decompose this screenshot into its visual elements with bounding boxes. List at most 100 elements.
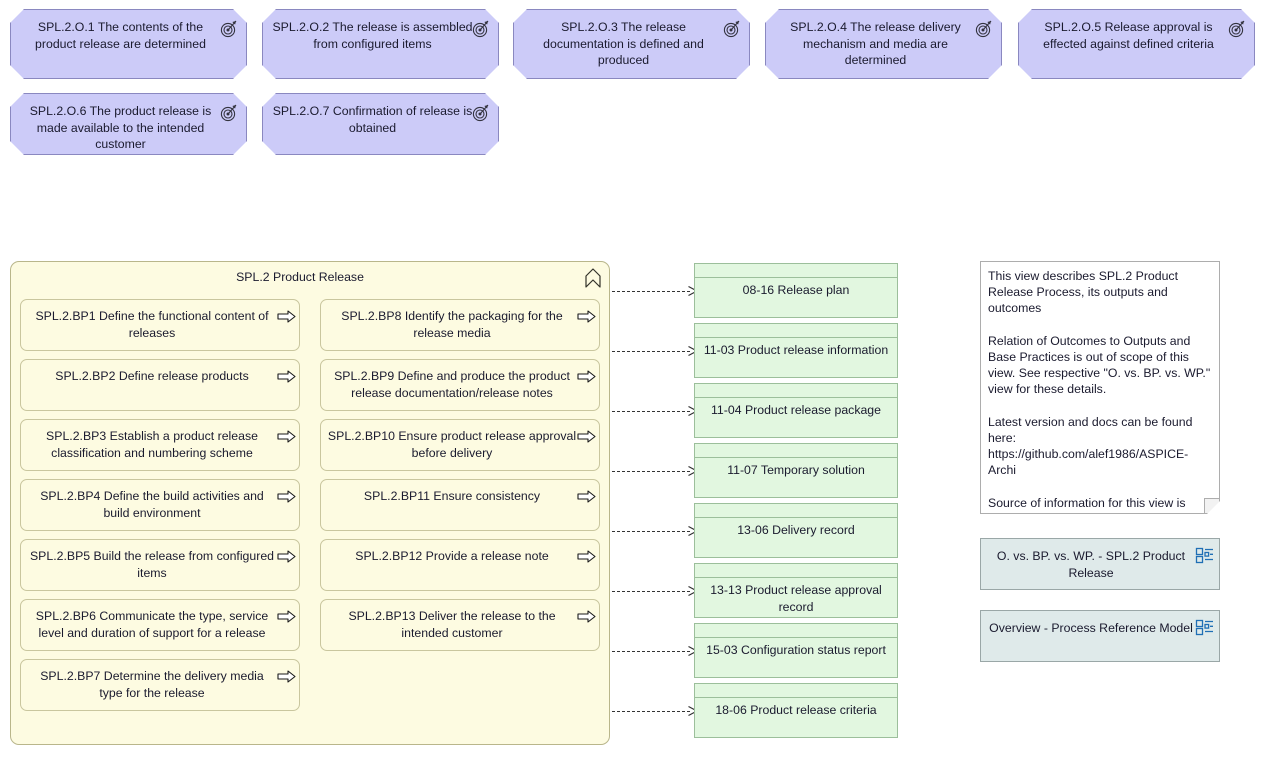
outcome-box[interactable]: SPL.2.O.7 Confirmation of release is obt… <box>262 93 499 155</box>
process-arrow-icon <box>577 610 596 623</box>
process-chevron-icon <box>583 267 603 289</box>
view-list-icon <box>1195 619 1213 636</box>
base-practice-box[interactable]: SPL.2.BP7 Determine the delivery media t… <box>20 659 300 711</box>
process-arrow-icon <box>277 310 296 323</box>
output-deliverable-box[interactable]: 08-16 Release plan <box>694 263 898 318</box>
deliverable-header-band <box>695 264 897 278</box>
base-practice-label: SPL.2.BP12 Provide a release note <box>355 549 549 563</box>
base-practice-box[interactable]: SPL.2.BP11 Ensure consistency <box>320 479 600 531</box>
outcome-label: SPL.2.O.6 The product release is made av… <box>29 104 212 151</box>
outcome-label: SPL.2.O.2 The release is assembled from … <box>272 20 473 51</box>
output-label: 18-06 Product release criteria <box>715 703 877 717</box>
output-label: 13-13 Product release approval record <box>710 583 882 614</box>
view-reference-label: O. vs. BP. vs. WP. - SPL.2 Product Relea… <box>996 549 1186 580</box>
base-practice-label: SPL.2.BP2 Define release products <box>55 369 249 383</box>
diagram-canvas: SPL.2.O.1 The contents of the product re… <box>0 0 1266 757</box>
goal-icon <box>975 20 993 38</box>
output-deliverable-box[interactable]: 15-03 Configuration status report <box>694 623 898 678</box>
outcome-box[interactable]: SPL.2.O.6 The product release is made av… <box>10 93 247 155</box>
deliverable-header-band <box>695 324 897 338</box>
outcome-label: SPL.2.O.5 Release approval is effected a… <box>1043 20 1214 51</box>
deliverable-header-band <box>695 504 897 518</box>
realization-connector <box>612 351 690 353</box>
base-practice-box[interactable]: SPL.2.BP4 Define the build activities an… <box>20 479 300 531</box>
base-practice-box[interactable]: SPL.2.BP9 Define and produce the product… <box>320 359 600 411</box>
base-practice-box[interactable]: SPL.2.BP8 Identify the packaging for the… <box>320 299 600 351</box>
process-arrow-icon <box>277 670 296 683</box>
deliverable-header-band <box>695 444 897 458</box>
goal-icon <box>472 20 490 38</box>
output-deliverable-box[interactable]: 11-07 Temporary solution <box>694 443 898 498</box>
base-practice-box[interactable]: SPL.2.BP2 Define release products <box>20 359 300 411</box>
process-container-title: SPL.2 Product Release <box>236 270 364 284</box>
base-practice-box[interactable]: SPL.2.BP3 Establish a product release cl… <box>20 419 300 471</box>
base-practice-label: SPL.2.BP9 Define and produce the product… <box>334 369 570 400</box>
output-deliverable-box[interactable]: 13-06 Delivery record <box>694 503 898 558</box>
output-deliverable-box[interactable]: 13-13 Product release approval record <box>694 563 898 618</box>
output-label: 13-06 Delivery record <box>737 523 855 537</box>
outcome-box[interactable]: SPL.2.O.3 The release documentation is d… <box>513 9 750 79</box>
process-arrow-icon <box>277 610 296 623</box>
realization-connector <box>612 711 690 713</box>
goal-icon <box>723 20 741 38</box>
process-arrow-icon <box>577 430 596 443</box>
base-practice-box[interactable]: SPL.2.BP13 Deliver the release to the in… <box>320 599 600 651</box>
outcome-label: SPL.2.O.7 Confirmation of release is obt… <box>272 104 473 135</box>
output-label: 11-07 Temporary solution <box>727 463 865 477</box>
outcome-label: SPL.2.O.1 The contents of the product re… <box>35 20 206 51</box>
process-arrow-icon <box>277 370 296 383</box>
output-label: 11-03 Product release information <box>703 343 889 357</box>
process-arrow-icon <box>577 490 596 503</box>
realization-connector <box>612 291 690 293</box>
process-arrow-icon <box>277 430 296 443</box>
output-deliverable-box[interactable]: 11-03 Product release information <box>694 323 898 378</box>
goal-icon <box>472 104 490 122</box>
base-practice-label: SPL.2.BP10 Ensure product release approv… <box>327 429 577 460</box>
process-arrow-icon <box>577 370 596 383</box>
base-practice-label: SPL.2.BP8 Identify the packaging for the… <box>341 309 563 340</box>
base-practice-label: SPL.2.BP4 Define the build activities an… <box>40 489 264 520</box>
view-reference-box[interactable]: O. vs. BP. vs. WP. - SPL.2 Product Relea… <box>980 538 1220 590</box>
outcome-box[interactable]: SPL.2.O.2 The release is assembled from … <box>262 9 499 79</box>
goal-icon <box>220 104 238 122</box>
base-practice-label: SPL.2.BP3 Establish a product release cl… <box>46 429 258 460</box>
outcome-box[interactable]: SPL.2.O.5 Release approval is effected a… <box>1018 9 1255 79</box>
output-deliverable-box[interactable]: 11-04 Product release package <box>694 383 898 438</box>
process-arrow-icon <box>577 550 596 563</box>
output-label: 11-04 Product release package <box>711 403 881 417</box>
base-practice-label: SPL.2.BP1 Define the functional content … <box>35 309 269 340</box>
base-practice-box[interactable]: SPL.2.BP12 Provide a release note <box>320 539 600 591</box>
base-practice-label: SPL.2.BP5 Build the release from configu… <box>29 549 275 580</box>
base-practice-box[interactable]: SPL.2.BP6 Communicate the type, service … <box>20 599 300 651</box>
process-arrow-icon <box>277 490 296 503</box>
base-practice-label: SPL.2.BP13 Deliver the release to the in… <box>348 609 556 640</box>
base-practice-label: SPL.2.BP6 Communicate the type, service … <box>35 609 269 640</box>
view-reference-box[interactable]: Overview - Process Reference Model <box>980 610 1220 662</box>
deliverable-header-band <box>695 384 897 398</box>
output-label: 08-16 Release plan <box>742 283 850 297</box>
outcome-label: SPL.2.O.4 The release delivery mechanism… <box>790 20 961 67</box>
outcome-label: SPL.2.O.3 The release documentation is d… <box>543 20 704 67</box>
process-arrow-icon <box>577 310 596 323</box>
base-practice-label: SPL.2.BP7 Determine the delivery media t… <box>40 669 264 700</box>
outcome-box[interactable]: SPL.2.O.1 The contents of the product re… <box>10 9 247 79</box>
diagram-note[interactable]: This view describes SPL.2 Product Releas… <box>980 261 1220 514</box>
process-arrow-icon <box>277 550 296 563</box>
outcome-box[interactable]: SPL.2.O.4 The release delivery mechanism… <box>765 9 1002 79</box>
goal-icon <box>220 20 238 38</box>
diagram-note-text: This view describes SPL.2 Product Releas… <box>988 269 1264 543</box>
note-fold-corner <box>1204 498 1219 513</box>
base-practice-label: SPL.2.BP11 Ensure consistency <box>363 489 541 503</box>
deliverable-header-band <box>695 564 897 578</box>
deliverable-header-band <box>695 684 897 698</box>
realization-connector <box>612 531 690 533</box>
output-label: 15-03 Configuration status report <box>706 643 886 657</box>
goal-icon <box>1228 20 1246 38</box>
base-practice-box[interactable]: SPL.2.BP1 Define the functional content … <box>20 299 300 351</box>
view-reference-label: Overview - Process Reference Model <box>989 621 1193 635</box>
realization-connector <box>612 411 690 413</box>
realization-connector <box>612 471 690 473</box>
base-practice-box[interactable]: SPL.2.BP5 Build the release from configu… <box>20 539 300 591</box>
output-deliverable-box[interactable]: 18-06 Product release criteria <box>694 683 898 738</box>
base-practice-box[interactable]: SPL.2.BP10 Ensure product release approv… <box>320 419 600 471</box>
